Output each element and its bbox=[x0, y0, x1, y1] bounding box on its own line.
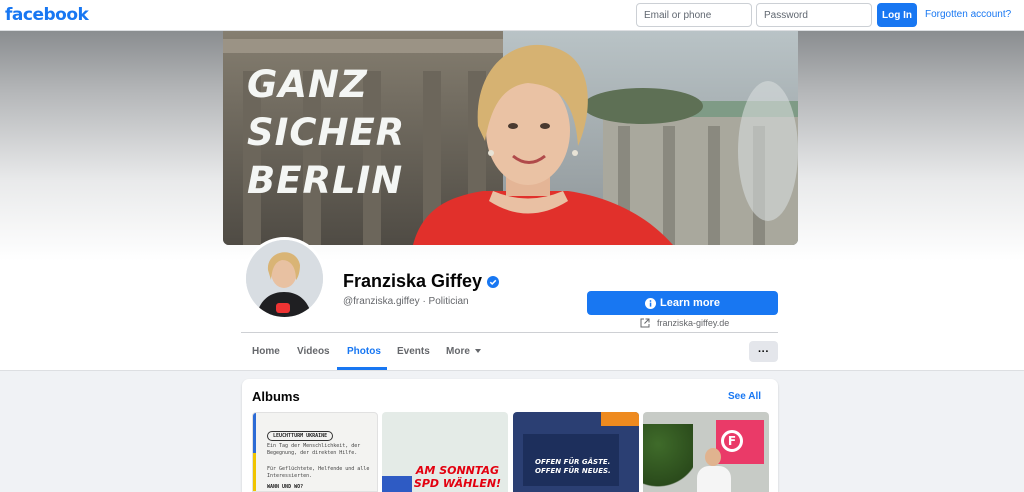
album-thumbnail[interactable]: F bbox=[643, 412, 769, 492]
album-pill-label: LEUCHTTURM UKRAINE bbox=[267, 431, 334, 441]
more-options-button[interactable]: ··· bbox=[749, 341, 778, 362]
profile-avatar[interactable] bbox=[243, 237, 326, 320]
tab-more-label: More bbox=[446, 346, 470, 357]
album-text-line: OFFEN FÜR GÄSTE. bbox=[535, 458, 611, 466]
caret-down-icon bbox=[474, 349, 481, 354]
avatar-image bbox=[246, 240, 323, 317]
email-input[interactable] bbox=[636, 3, 752, 27]
tab-photos[interactable]: Photos bbox=[347, 346, 381, 357]
profile-handle: @franziska.giffey · Politician bbox=[343, 296, 469, 307]
learn-more-button[interactable]: Learn more bbox=[587, 291, 778, 315]
album-decoration bbox=[382, 476, 412, 492]
website-link[interactable]: franziska-giffey.de bbox=[640, 318, 729, 328]
see-all-link[interactable]: See All bbox=[728, 391, 761, 402]
nav-separator bbox=[0, 370, 1024, 371]
tab-events[interactable]: Events bbox=[397, 346, 430, 357]
learn-more-label: Learn more bbox=[660, 297, 720, 309]
ukraine-flag-bar bbox=[253, 413, 256, 491]
album-text: Für Geflüchtete, Helfende und alle Inter… bbox=[267, 466, 370, 479]
password-input[interactable] bbox=[756, 3, 872, 27]
info-icon bbox=[645, 297, 657, 309]
album-thumbnail[interactable]: AM SONNTAG SPD WÄHLEN! bbox=[382, 412, 508, 492]
verified-badge-icon bbox=[487, 275, 500, 288]
slogan-line: BERLIN bbox=[247, 159, 404, 202]
album-thumbnail[interactable]: LEUCHTTURM UKRAINE Ein Tag der Menschlic… bbox=[252, 412, 378, 492]
profile-divider bbox=[241, 332, 778, 333]
plant-decoration bbox=[643, 424, 693, 492]
album-thumbnail[interactable]: OFFEN FÜR GÄSTE. OFFEN FÜR NEUES. bbox=[513, 412, 639, 492]
slogan-line: GANZ bbox=[247, 63, 368, 106]
tab-videos[interactable]: Videos bbox=[297, 346, 330, 357]
album-text: OFFEN FÜR GÄSTE. OFFEN FÜR NEUES. bbox=[535, 458, 611, 476]
cover-slogan: GANZ SICHER BERLIN bbox=[247, 61, 405, 205]
album-text: Ein Tag der Menschlichkeit, der Begegnun… bbox=[267, 443, 361, 456]
album-text-line: OFFEN FÜR NEUES. bbox=[535, 467, 611, 475]
slogan-line: SICHER bbox=[247, 111, 406, 154]
album-text-line: AM SONNTAG bbox=[415, 464, 500, 477]
tab-more[interactable]: More bbox=[446, 346, 481, 357]
forgotten-account-link[interactable]: Forgotten account? bbox=[925, 9, 1011, 20]
cover-photo[interactable]: GANZ SICHER BERLIN bbox=[223, 31, 798, 245]
album-text: WANN UND WO? bbox=[267, 484, 304, 490]
person-figure bbox=[697, 466, 731, 492]
party-logo-icon: F bbox=[721, 430, 743, 452]
albums-card: Albums See All LEUCHTTURM UKRAINE Ein Ta… bbox=[242, 379, 778, 492]
website-label: franziska-giffey.de bbox=[657, 318, 730, 328]
login-button[interactable]: Log In bbox=[877, 3, 917, 27]
album-text-line: SPD WÄHLEN! bbox=[413, 477, 502, 490]
facebook-logo[interactable]: facebook bbox=[5, 5, 89, 25]
albums-title: Albums bbox=[252, 389, 300, 404]
profile-name-row: Franziska Giffey bbox=[343, 271, 500, 292]
person-figure bbox=[705, 448, 721, 466]
external-link-icon bbox=[640, 318, 650, 328]
profile-name: Franziska Giffey bbox=[343, 271, 483, 291]
album-text: AM SONNTAG SPD WÄHLEN! bbox=[410, 464, 505, 490]
tab-home[interactable]: Home bbox=[252, 346, 280, 357]
album-decoration bbox=[601, 412, 639, 426]
top-bar: facebook Log In Forgotten account? bbox=[0, 0, 1024, 31]
